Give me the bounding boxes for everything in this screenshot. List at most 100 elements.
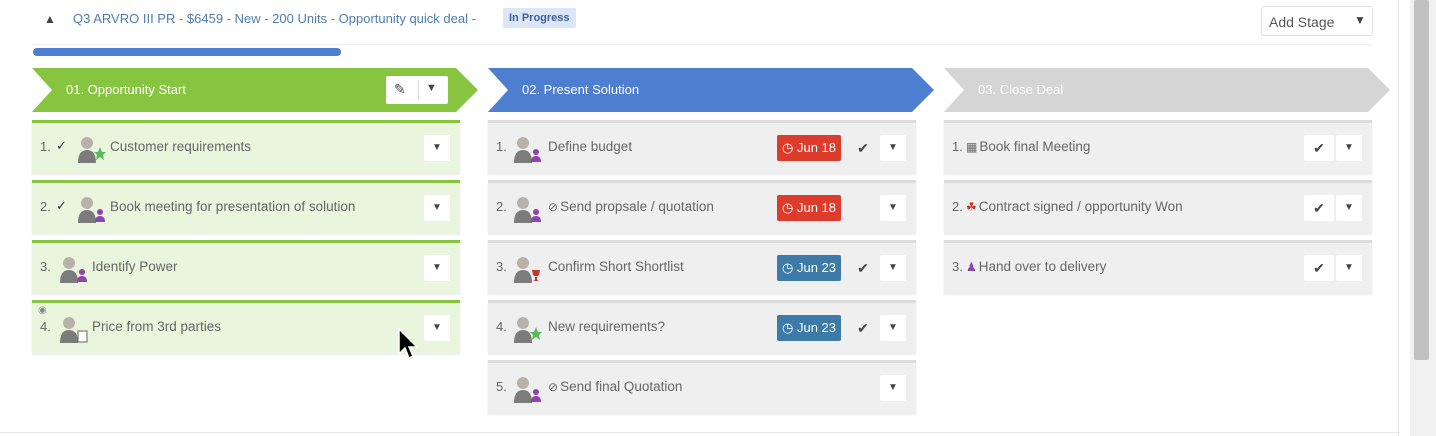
due-date-text: Jun 23 [796, 260, 837, 275]
task-dropdown-button[interactable]: ▼ [424, 255, 450, 281]
task-title[interactable]: Hand over to delivery [979, 259, 1107, 274]
clock-icon: ◷ [782, 260, 794, 275]
stage-header-close-deal[interactable]: 03. Close Deal [944, 68, 1390, 112]
task-title[interactable]: Send final Quotation [560, 379, 682, 394]
add-stage-label: Add Stage [1269, 14, 1335, 30]
page-bottom-edge [0, 432, 1400, 433]
task-number: 2. [496, 199, 507, 214]
task-dropdown-button[interactable]: ▼ [880, 255, 906, 281]
task-card[interactable]: 5. ⊘ Send final Quotation ▼ [488, 360, 916, 414]
eye-icon[interactable]: ◉ [38, 305, 47, 316]
calendar-icon: ▦ [966, 140, 978, 154]
task-number: 2. [952, 199, 963, 214]
task-card[interactable]: 1. ▦ Book final Meeting ✔ ▼ [944, 120, 1372, 174]
task-number: 1. [496, 139, 507, 154]
opportunity-header: ▲ Q3 ARVRO III PR - $6459 - New - 200 Un… [0, 0, 1398, 42]
complete-check-icon[interactable]: ✔ [1304, 255, 1334, 281]
task-dropdown-button[interactable]: ▼ [1336, 255, 1362, 281]
task-card[interactable]: 2. ✓ Book meeting for presentation of so… [32, 180, 460, 234]
task-dropdown-button[interactable]: ▼ [424, 135, 450, 161]
task-card[interactable]: 3. ♟ Hand over to delivery ✔ ▼ [944, 240, 1372, 294]
opportunity-title[interactable]: Q3 ARVRO III PR - $6459 - New - 200 Unit… [73, 11, 476, 26]
chevron-down-icon[interactable]: ▼ [426, 82, 437, 94]
task-dropdown-button[interactable]: ▼ [880, 315, 906, 341]
task-title[interactable]: Book final Meeting [979, 139, 1090, 154]
complete-check-icon[interactable]: ✔ [848, 315, 878, 341]
task-number: 3. [952, 259, 963, 274]
task-number: 3. [496, 259, 507, 274]
star-icon [94, 147, 106, 160]
divider [418, 80, 419, 100]
complete-check-icon[interactable]: ✔ [848, 135, 878, 161]
stage-header-present-solution[interactable]: 02. Present Solution [488, 68, 934, 112]
task-dropdown-button[interactable]: ▼ [880, 375, 906, 401]
stage-title: 01. Opportunity Start [66, 82, 186, 97]
complete-check-icon[interactable]: ✔ [1304, 195, 1334, 221]
avatar [514, 257, 540, 283]
collapse-caret-icon[interactable]: ▲ [44, 12, 56, 26]
task-card[interactable]: 3. Confirm Short Shortlist ◷ Jun 23 ✔ ▼ [488, 240, 916, 294]
task-number: 1. [952, 139, 963, 154]
task-card[interactable]: 1. Define budget ◷ Jun 18 ✔ ▼ [488, 120, 916, 174]
avatar [78, 197, 105, 223]
task-number: 2. [40, 199, 51, 214]
header-divider [32, 44, 1372, 45]
add-stage-dropdown[interactable]: Add Stage ▼ [1261, 6, 1373, 36]
task-dropdown-button[interactable]: ▼ [880, 195, 906, 221]
chevron-check-icon[interactable]: ✓ [56, 138, 67, 154]
progress-bar-fill [33, 48, 341, 56]
task-title[interactable]: Book meeting for presentation of solutio… [110, 199, 355, 214]
task-number: 1. [40, 139, 51, 154]
due-date-text: Jun 23 [796, 320, 837, 335]
chevron-down-icon: ▼ [1354, 13, 1366, 27]
avatar [60, 317, 88, 343]
task-title[interactable]: Identify Power [92, 259, 178, 274]
task-card[interactable]: 3. Identify Power ▼ [32, 240, 460, 294]
chevron-check-icon[interactable]: ✓ [56, 198, 67, 214]
task-card[interactable]: ◉ 4. Price from 3rd parties ▼ [32, 300, 460, 354]
due-date-badge-upcoming[interactable]: ◷ Jun 23 [777, 315, 842, 341]
due-date-badge-overdue[interactable]: ◷ Jun 18 [777, 195, 842, 221]
task-title[interactable]: Define budget [548, 139, 632, 154]
task-title[interactable]: Confirm Short Shortlist [548, 259, 684, 274]
mouse-cursor-icon [398, 328, 419, 360]
due-date-text: Jun 18 [796, 200, 837, 215]
task-dropdown-button[interactable]: ▼ [1336, 135, 1362, 161]
task-dropdown-button[interactable]: ▼ [1336, 195, 1362, 221]
due-date-badge-overdue[interactable]: ◷ Jun 18 [777, 135, 842, 161]
task-title[interactable]: Send propsale / quotation [560, 199, 714, 214]
complete-check-icon[interactable]: ✔ [1304, 135, 1334, 161]
task-title[interactable]: Contract signed / opportunity Won [979, 199, 1183, 214]
progress-bar [33, 48, 1371, 56]
due-date-text: Jun 18 [796, 140, 837, 155]
task-title-row: ⊘ Send propsale / quotation [548, 199, 714, 214]
task-title-row: ▦ Book final Meeting [966, 139, 1090, 154]
stage-title: 02. Present Solution [522, 82, 640, 97]
task-card[interactable]: 4. New requirements? ◷ Jun 23 ✔ ▼ [488, 300, 916, 354]
stage-header-opportunity-start[interactable]: 01. Opportunity Start ✎ ▼ [32, 68, 478, 112]
task-title[interactable]: Price from 3rd parties [92, 319, 221, 334]
due-date-badge-upcoming[interactable]: ◷ Jun 23 [777, 255, 842, 281]
task-dropdown-button[interactable]: ▼ [424, 315, 450, 341]
task-dropdown-button[interactable]: ▼ [880, 135, 906, 161]
task-title-row: ♟ Hand over to delivery [966, 259, 1106, 274]
task-number: 3. [40, 259, 51, 274]
avatar [60, 257, 87, 283]
task-dropdown-button[interactable]: ▼ [424, 195, 450, 221]
clock-icon: ◷ [782, 320, 794, 335]
blocked-icon: ⊘ [548, 380, 559, 394]
pencil-icon[interactable]: ✎ [394, 81, 406, 98]
clock-icon: ◷ [782, 200, 794, 215]
task-card[interactable]: 1. ✓ Customer requirements ▼ [32, 120, 460, 174]
scrollbar-thumb[interactable] [1414, 0, 1429, 360]
avatar [78, 137, 106, 163]
task-number: 4. [40, 319, 51, 334]
task-card[interactable]: 2. ☘ Contract signed / opportunity Won ✔ … [944, 180, 1372, 234]
task-number: 4. [496, 319, 507, 334]
task-title[interactable]: New requirements? [548, 319, 665, 334]
avatar [514, 317, 542, 343]
clock-icon: ◷ [782, 140, 794, 155]
task-title[interactable]: Customer requirements [110, 139, 251, 154]
task-card[interactable]: 2. ⊘ Send propsale / quotation ◷ Jun 18 ▼ [488, 180, 916, 234]
complete-check-icon[interactable]: ✔ [848, 255, 878, 281]
